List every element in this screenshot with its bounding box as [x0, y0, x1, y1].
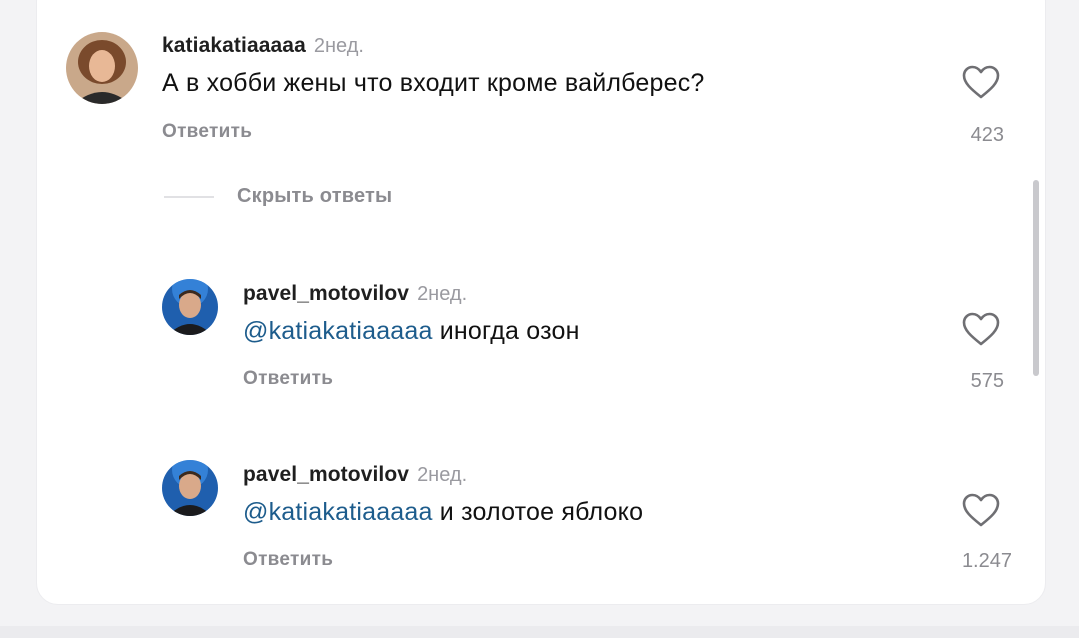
timestamp: 2нед. [313, 35, 364, 57]
heart-outline-icon[interactable] [961, 492, 1001, 528]
avatar[interactable] [66, 32, 138, 104]
mention-link[interactable]: @katiakatiaaaaa [243, 317, 433, 345]
hide-replies-button[interactable]: Скрыть ответы [237, 185, 392, 208]
heart-outline-icon[interactable] [961, 311, 1001, 347]
reply-text: @katiakatiaaaaa иногда озон [243, 317, 580, 346]
reply-body: и золотое яблоко [439, 498, 644, 526]
username[interactable]: pavel_motovilov [243, 463, 409, 486]
user-avatar-photo-icon [66, 32, 138, 104]
reply-button[interactable]: Ответить [243, 549, 333, 571]
username[interactable]: pavel_motovilov [243, 282, 409, 305]
user-avatar-photo-icon [162, 460, 218, 516]
divider [164, 196, 214, 198]
like-count: 1.247 [961, 550, 1012, 572]
reply-body: иногда озон [439, 317, 580, 345]
reply-button[interactable]: Ответить [243, 368, 333, 390]
reply-meta: pavel_motovilov 2нед. [243, 282, 467, 306]
reply-meta: pavel_motovilov 2нед. [243, 463, 467, 487]
reply-button[interactable]: Ответить [162, 121, 252, 143]
scrollbar[interactable] [1033, 180, 1039, 376]
mention-link[interactable]: @katiakatiaaaaa [243, 498, 433, 526]
heart-outline-icon[interactable] [961, 64, 1001, 100]
avatar[interactable] [162, 460, 218, 516]
user-avatar-photo-icon [162, 279, 218, 335]
username[interactable]: katiakatiaaaaa [162, 34, 306, 57]
comment-text: А в хобби жены что входит кроме вайлбере… [162, 69, 705, 97]
like-count: 575 [970, 370, 1004, 392]
reply-text: @katiakatiaaaaa и золотое яблоко [243, 498, 643, 527]
like-count: 423 [970, 124, 1004, 146]
timestamp: 2нед. [417, 464, 468, 486]
bottom-strip [0, 626, 1079, 638]
timestamp: 2нед. [417, 283, 468, 305]
avatar[interactable] [162, 279, 218, 335]
comment-meta: katiakatiaaaaa 2нед. [162, 34, 364, 58]
